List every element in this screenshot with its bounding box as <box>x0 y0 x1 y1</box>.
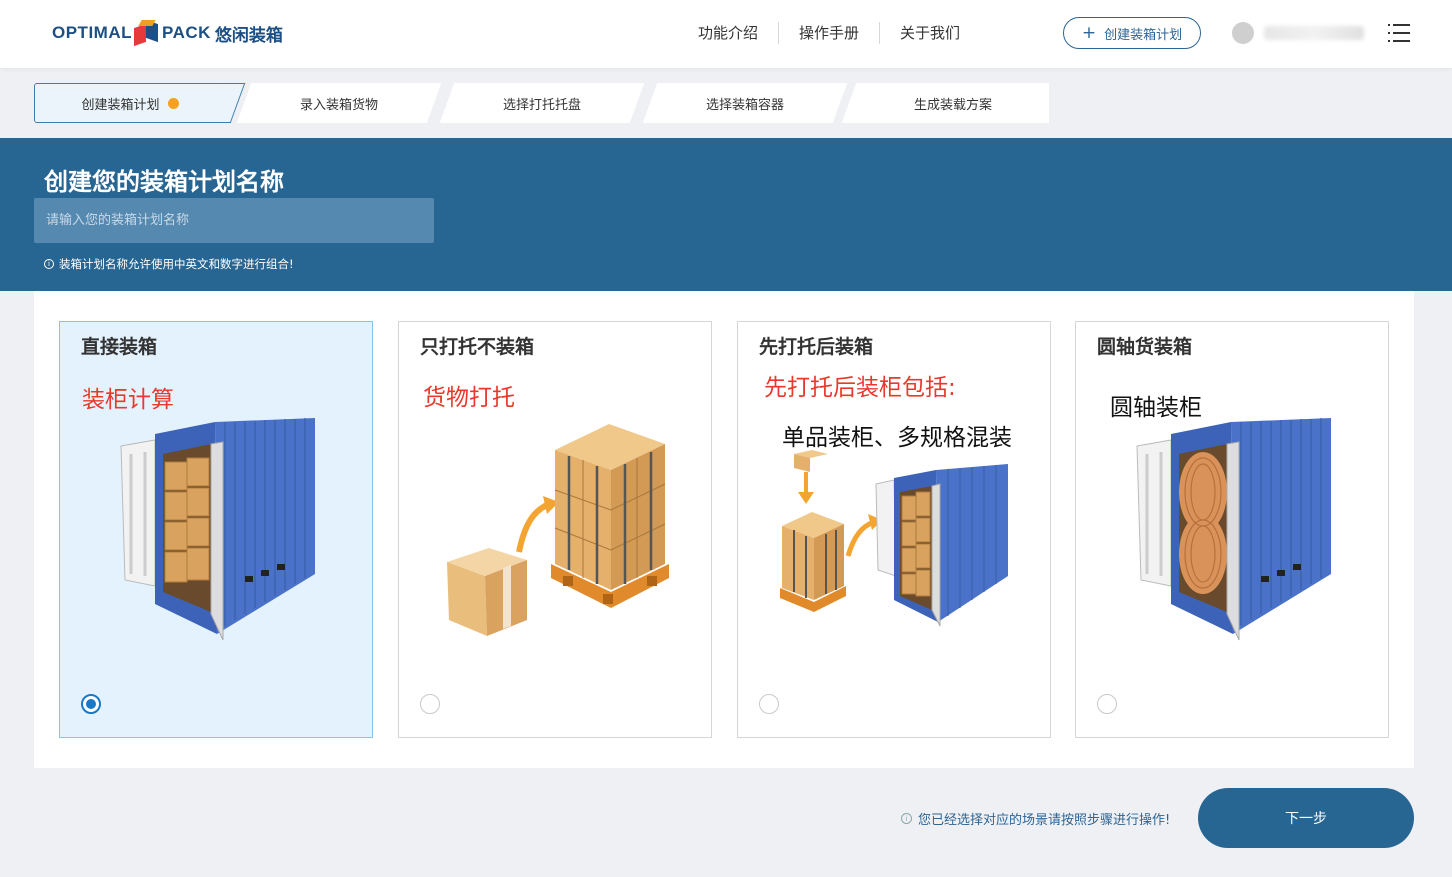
step-label: 创建装箱计划 <box>81 97 160 113</box>
hint-text: 装箱计划名称允许使用中英文和数字进行组合! <box>59 257 294 271</box>
plan-name-hint: i 装箱计划名称允许使用中英文和数字进行组合! <box>44 256 294 272</box>
nav-manual[interactable]: 操作手册 <box>779 22 881 44</box>
logo-text-cn: 悠闲装箱 <box>214 25 283 46</box>
step-create-plan[interactable]: 创建装箱计划 <box>34 83 246 123</box>
logo-text-pack: PACK <box>162 23 211 42</box>
footer-hint: i 您已经选择对应的场景请按照步骤进行操作! <box>901 809 1170 828</box>
pallet-illustration-icon <box>447 424 669 636</box>
card-subtitle: 先打托后装柜包括: <box>764 375 956 401</box>
container-illustration-icon <box>120 418 315 641</box>
scenario-radio[interactable] <box>81 694 101 714</box>
plan-name-input[interactable] <box>34 198 434 243</box>
card-title: 只打托不装箱 <box>420 336 535 358</box>
step-label: 选择装箱容器 <box>705 97 784 113</box>
create-plan-label: 创建装箱计划 <box>1104 27 1183 43</box>
menu-list-icon[interactable] <box>1388 24 1410 42</box>
step-generate-plan[interactable]: 生成装载方案 <box>841 83 1049 123</box>
nav-about[interactable]: 关于我们 <box>880 22 980 44</box>
card-subtitle: 货物打托 <box>423 385 515 411</box>
logo-mark-icon <box>134 19 160 47</box>
logo[interactable]: OPTIMAL PACK 悠闲装箱 <box>52 18 283 48</box>
card-title: 圆轴货装箱 <box>1097 336 1193 358</box>
step-select-container[interactable]: 选择装箱容器 <box>642 83 848 123</box>
active-step-dot <box>167 97 179 109</box>
info-icon: i <box>44 259 54 269</box>
step-enter-cargo[interactable]: 录入装箱货物 <box>236 83 442 123</box>
main-nav: 功能介绍 操作手册 关于我们 <box>678 22 980 44</box>
card-subtitle: 装柜计算 <box>82 387 174 413</box>
card-description: 单品装柜、多规格混装 <box>782 425 1012 451</box>
top-header: OPTIMAL PACK 悠闲装箱 功能介绍 操作手册 关于我们 + 创建装箱计… <box>0 0 1452 68</box>
pallet-container-illustration-icon <box>780 450 1008 627</box>
nav-features[interactable]: 功能介绍 <box>678 22 780 44</box>
step-label: 选择打托托盘 <box>502 97 581 113</box>
logo-text-optimal: OPTIMAL <box>52 23 132 42</box>
scenario-radio[interactable] <box>420 694 440 714</box>
username-redacted <box>1264 26 1364 40</box>
footer-hint-text: 您已经选择对应的场景请按照步骤进行操作! <box>918 813 1171 828</box>
card-title: 直接装箱 <box>81 336 158 358</box>
plus-icon: + <box>1081 22 1097 43</box>
banner-title: 创建您的装箱计划名称 <box>44 168 284 196</box>
next-step-button[interactable]: 下一步 <box>1198 788 1414 848</box>
reel-container-illustration-icon <box>1136 418 1331 641</box>
user-account[interactable] <box>1232 20 1367 46</box>
card-direct-packing[interactable]: 直接装箱 装柜计算 <box>59 321 373 738</box>
scenario-radio[interactable] <box>759 694 779 714</box>
scenario-radio[interactable] <box>1097 694 1117 714</box>
plan-name-banner: 创建您的装箱计划名称 i 装箱计划名称允许使用中英文和数字进行组合! <box>0 138 1452 291</box>
card-pallet-only[interactable]: 只打托不装箱 货物打托 <box>398 321 712 738</box>
card-reel-packing[interactable]: 圆轴货装箱 圆轴装柜 <box>1075 321 1389 738</box>
card-pallet-then-pack[interactable]: 先打托后装箱 先打托后装柜包括: 单品装柜、多规格混装 <box>737 321 1051 738</box>
create-plan-button[interactable]: + 创建装箱计划 <box>1063 17 1201 49</box>
avatar <box>1232 22 1254 44</box>
card-title: 先打托后装箱 <box>759 336 874 358</box>
step-label: 录入装箱货物 <box>299 97 378 113</box>
info-icon: i <box>901 813 912 824</box>
step-select-pallet[interactable]: 选择打托托盘 <box>439 83 645 123</box>
scenario-cards: 直接装箱 装柜计算 只打托不装箱 货物打托 先打托后装箱 先打托后装柜包括: 单… <box>34 291 1414 768</box>
step-label: 生成装载方案 <box>913 97 992 113</box>
